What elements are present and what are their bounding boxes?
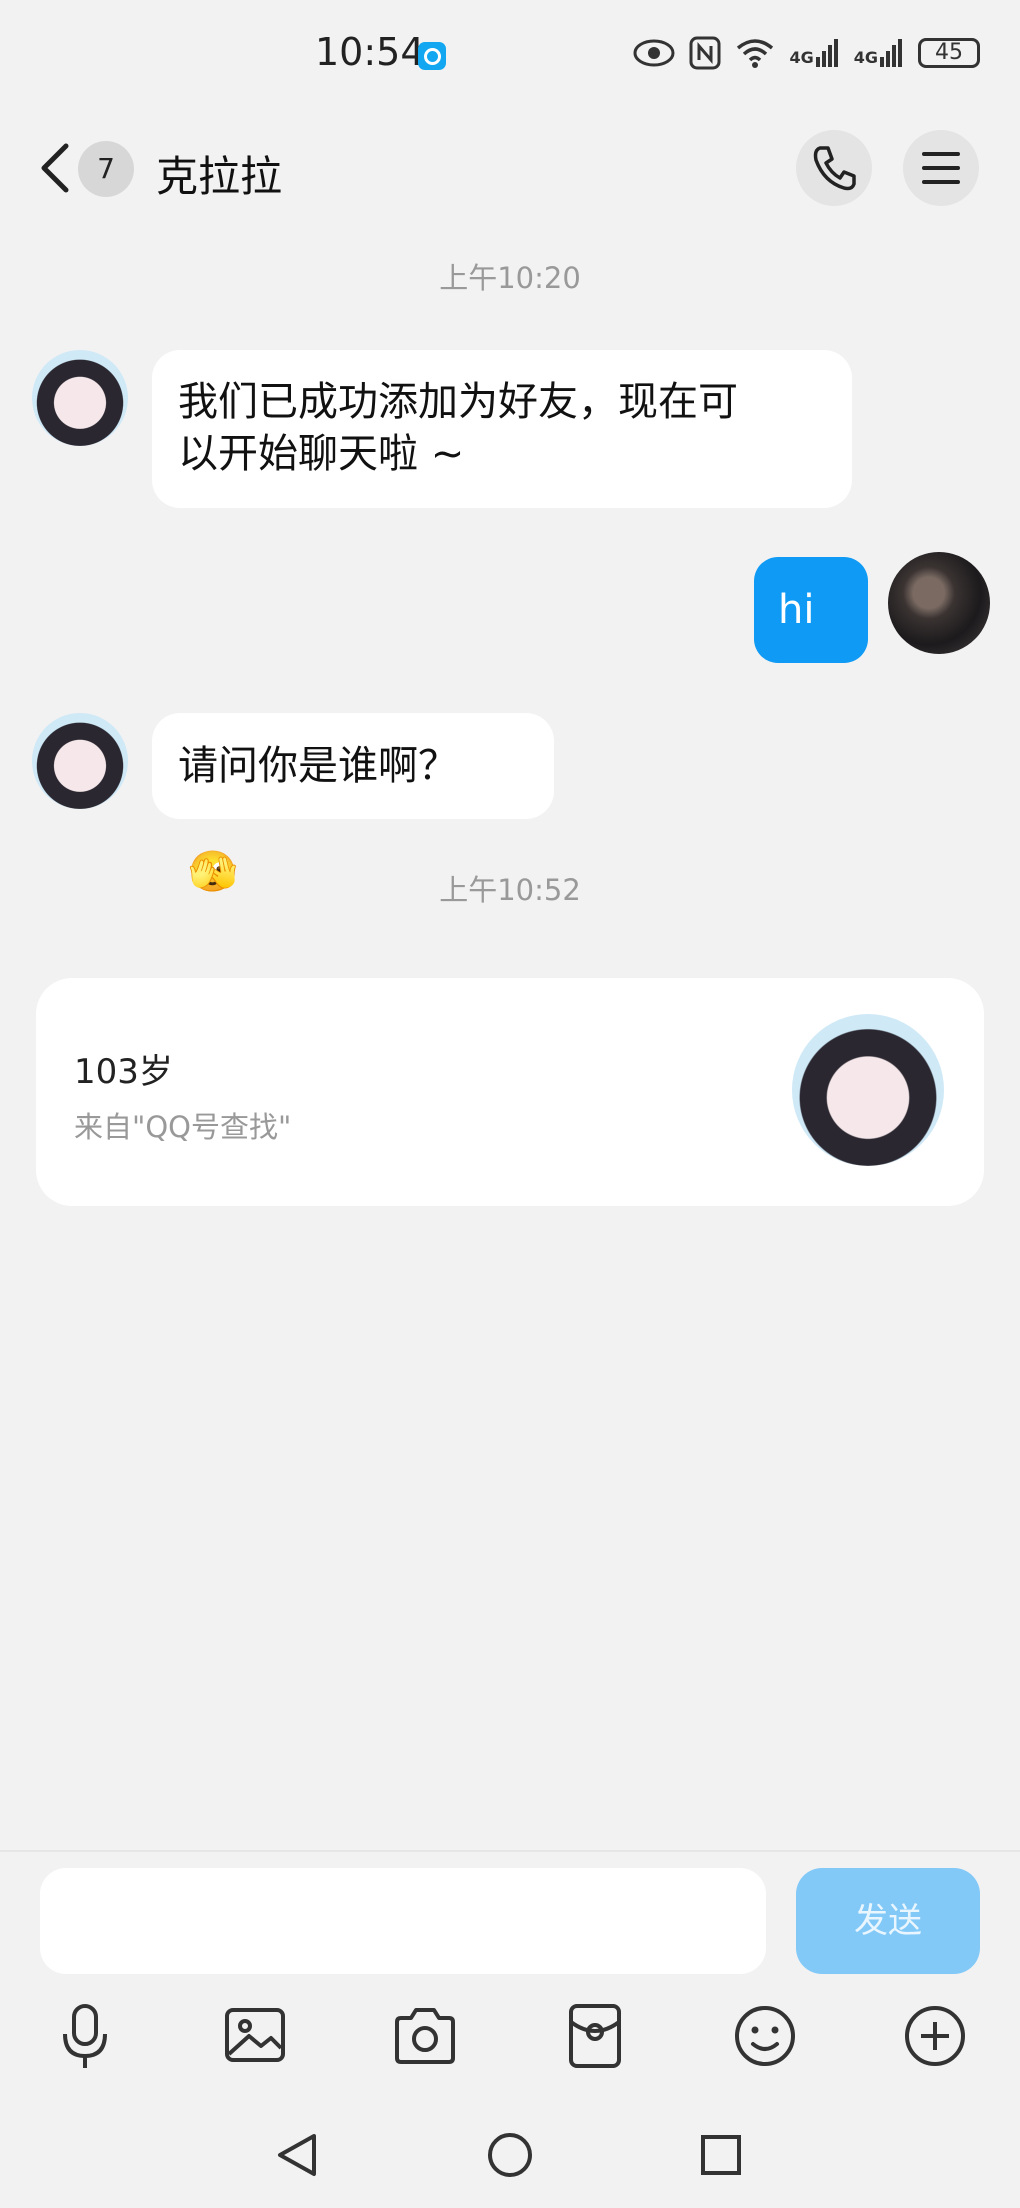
back-icon[interactable] [34,140,78,196]
message-text-line: 以开始聊天啦 ~ [178,431,465,477]
qq-notification-icon [418,42,446,70]
network-type-2: 4G [853,48,878,67]
profile-age: 103岁 [74,1052,173,1092]
wifi-icon [737,39,774,68]
send-button[interactable]: 发送 [796,1868,980,1974]
contact-name[interactable]: 克拉拉 [156,143,282,204]
nav-recents-icon[interactable] [686,2120,756,2190]
unread-badge[interactable]: 7 [78,141,134,197]
profile-source: 来自"QQ号查找" [74,1110,292,1144]
signal-2: 4G [854,39,904,67]
status-icons: 4G 4G 45 [633,36,980,70]
message-text: 请问你是谁啊？ [178,743,458,789]
status-time: 10:54 [315,30,425,74]
emoji-icon[interactable] [725,1996,805,2076]
nav-home-icon[interactable] [475,2120,545,2190]
plus-icon[interactable] [895,1996,975,2076]
received-message-bubble[interactable]: 请问你是谁啊？ 🫣 [152,713,554,895]
profile-avatar[interactable] [792,1014,944,1166]
eye-icon [633,39,675,67]
call-button[interactable] [796,130,872,206]
received-message-bubble[interactable]: 我们已成功添加为好友，现在可 以开始聊天啦 ~ [152,350,852,508]
signal-bars-icon [880,39,902,67]
sent-message-bubble[interactable]: hi [754,557,868,663]
signal-1: 4G [789,39,839,67]
nfc-icon [689,36,721,70]
phone-icon [813,146,856,191]
signal-bars-icon [815,39,838,67]
battery-indicator: 45 [918,38,980,68]
microphone-icon[interactable] [45,1996,125,2076]
hamburger-menu-icon [922,152,960,184]
message-text-line: 我们已成功添加为好友，现在可 [178,379,738,425]
my-avatar[interactable] [888,552,990,654]
red-packet-icon[interactable] [555,1996,635,2076]
timestamp: 上午10:20 [439,261,581,295]
menu-button[interactable] [903,130,979,206]
message-input[interactable] [40,1868,766,1974]
network-type-1: 4G [789,48,814,67]
image-icon[interactable] [215,1996,295,2076]
contact-avatar[interactable] [32,350,128,446]
input-toolbar [0,1996,1020,2076]
system-nav-bar [0,2120,1020,2190]
camera-icon[interactable] [385,1996,465,2076]
timestamp: 上午10:52 [439,873,581,907]
divider [0,1850,1020,1852]
contact-avatar[interactable] [32,713,128,809]
nav-back-icon[interactable] [262,2120,332,2190]
